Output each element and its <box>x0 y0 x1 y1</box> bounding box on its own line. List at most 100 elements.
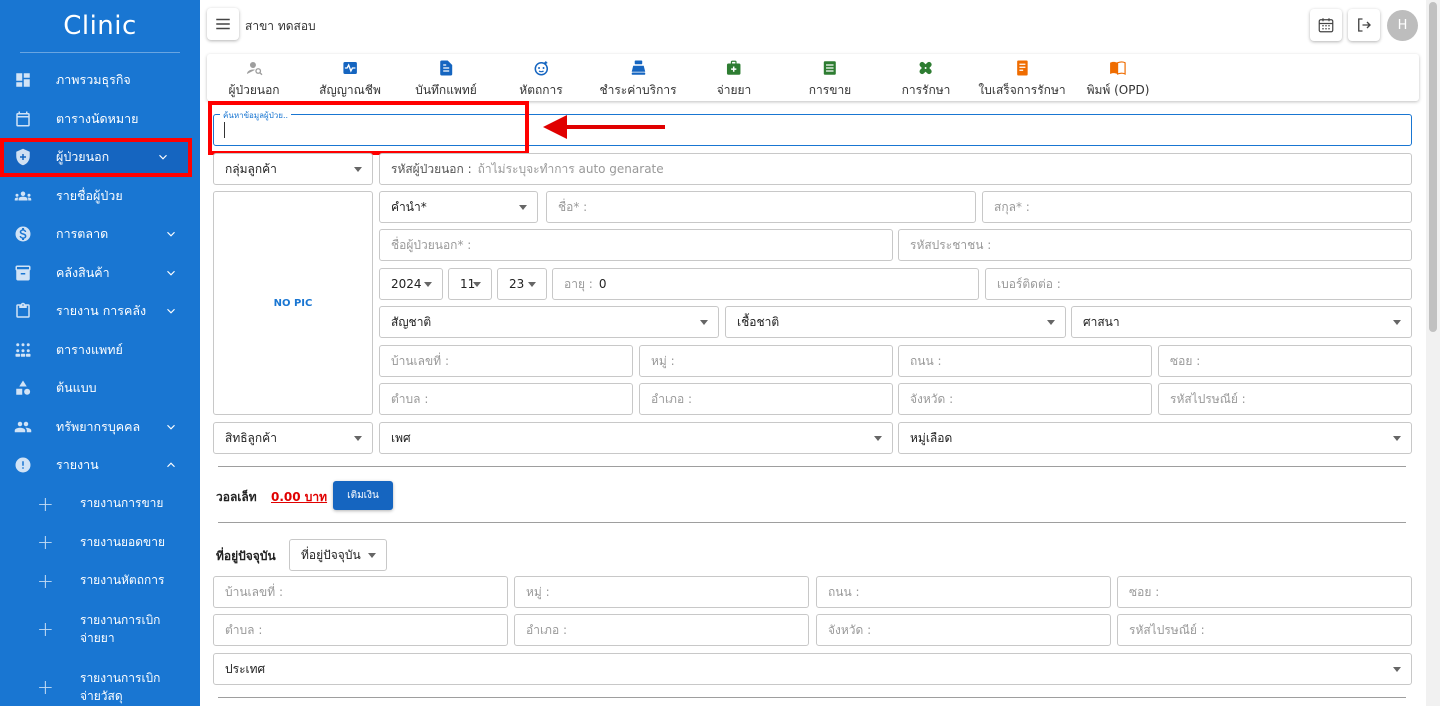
province-input[interactable]: จังหวัด : <box>898 383 1152 415</box>
topup-button[interactable]: เติมเงิน <box>333 481 393 510</box>
address-type-select[interactable]: ที่อยู่ปัจจุบัน <box>289 539 387 571</box>
scrollbar-thumb[interactable] <box>1429 2 1437 332</box>
age-input[interactable]: อายุ : 0 <box>552 268 979 300</box>
address-soi-label: ซอย : <box>1129 584 1160 599</box>
sidebar-item-treasury-report[interactable]: รายงาน การคลัง <box>0 292 200 331</box>
sidebar-item-label: รายงาน การคลัง <box>56 303 147 319</box>
birth-day-select[interactable]: 23 <box>497 268 547 300</box>
address-type-value: ที่อยู่ปัจจุบัน <box>301 547 361 562</box>
tab-print-opd[interactable]: พิมพ์ (OPD) <box>1087 59 1149 100</box>
sidebar-subitem-procedure-report[interactable]: + รายงานหัตถการ <box>0 562 200 601</box>
sidebar-item-marketing[interactable]: การตลาด <box>0 215 200 254</box>
patient-code-input[interactable]: รหัสผู้ป่วยนอก : ถ้าไม่ระบุจะทำการ auto … <box>379 153 1412 185</box>
postcode-input[interactable]: รหัสไปรษณีย์ : <box>1158 383 1412 415</box>
road-input[interactable]: ถนน : <box>898 345 1152 377</box>
tab-label: สัญญาณชีพ <box>319 83 381 97</box>
address-road-input[interactable]: ถนน : <box>816 576 1111 608</box>
calendar-icon <box>14 110 32 128</box>
bandage-icon <box>917 59 935 77</box>
sidebar-item-reports[interactable]: รายงาน <box>0 446 200 485</box>
sidebar-subitem-line2: จ่ายยา <box>80 631 115 645</box>
sidebar-item-inventory[interactable]: คลังสินค้า <box>0 254 200 293</box>
sidebar-item-business-overview[interactable]: ภาพรวมธุรกิจ <box>0 61 200 100</box>
avatar[interactable]: H <box>1387 10 1418 41</box>
sidebar-subitem-label: รายงานหัตถการ <box>80 573 165 588</box>
menu-button[interactable] <box>207 8 239 40</box>
address-district-input[interactable]: อำเภอ : <box>514 614 809 646</box>
tab-outpatient[interactable]: ผู้ป่วยนอก <box>228 59 280 100</box>
tab-treatment-receipt[interactable]: ใบเสร็จการรักษา <box>978 59 1066 100</box>
district-input[interactable]: อำเภอ : <box>639 383 893 415</box>
tab-label: การขาย <box>808 83 852 97</box>
sidebar-item-appointments[interactable]: ตารางนัดหมาย <box>0 100 200 139</box>
document-icon <box>437 59 455 77</box>
blood-type-select[interactable]: หมู่เลือด <box>898 422 1412 454</box>
sidebar-item-doctor-schedule[interactable]: ตารางแพทย์ <box>0 331 200 370</box>
soi-input[interactable]: ซอย : <box>1158 345 1412 377</box>
patient-photo[interactable]: NO PIC <box>213 191 373 415</box>
customer-rights-select[interactable]: สิทธิลูกค้า <box>213 422 373 454</box>
tab-treatment[interactable]: การรักษา <box>901 59 951 100</box>
address-soi-input[interactable]: ซอย : <box>1117 576 1412 608</box>
first-name-input[interactable]: ชื่อ* : <box>546 191 976 223</box>
address-postcode-label: รหัสไปรษณีย์ : <box>1129 622 1205 637</box>
customer-group-select[interactable]: กลุ่มลูกค้า <box>213 153 373 185</box>
race-select[interactable]: เชื้อชาติ <box>725 306 1066 338</box>
tab-vital-signs[interactable]: สัญญาณชีพ <box>319 59 381 100</box>
calendar-button[interactable] <box>1310 9 1342 41</box>
tab-dispense[interactable]: จ่ายยา <box>717 59 751 100</box>
address-subdistrict-input[interactable]: ตำบล : <box>213 614 508 646</box>
tab-label: ชำระค่าบริการ <box>599 83 677 97</box>
moo-input[interactable]: หมู่ : <box>639 345 893 377</box>
logout-button[interactable] <box>1348 9 1380 41</box>
sidebar-item-outpatient[interactable]: ผู้ป่วยนอก <box>0 138 192 177</box>
sidebar-subitem-supply-dispense-report[interactable]: + รายงานการเบิก จ่ายวัสดุ <box>0 658 200 706</box>
page-scrollbar[interactable] <box>1426 0 1440 706</box>
wallet-amount[interactable]: 0.00 บาท <box>271 488 327 507</box>
nationality-select[interactable]: สัญชาติ <box>379 306 719 338</box>
religion-select[interactable]: ศาสนา <box>1071 306 1412 338</box>
address-postcode-input[interactable]: รหัสไปรษณีย์ : <box>1117 614 1412 646</box>
sidebar-item-label: ภาพรวมธุรกิจ <box>56 72 131 88</box>
sidebar-subitem-drug-dispense-report[interactable]: + รายงานการเบิก จ่ายยา <box>0 600 200 658</box>
tab-doctor-notes[interactable]: บันทึกแพทย์ <box>415 59 477 100</box>
phone-input[interactable]: เบอร์ติดต่อ : <box>985 268 1412 300</box>
sidebar-subitem-sales-report[interactable]: + รายงานการขาย <box>0 485 200 524</box>
nationality-value: สัญชาติ <box>391 314 432 329</box>
birth-month-select[interactable]: 11 <box>448 268 492 300</box>
alert-icon <box>14 456 32 474</box>
tab-procedures[interactable]: หัตถการ <box>519 59 563 100</box>
sidebar-subitem-sales-total-report[interactable]: + รายงานยอดขาย <box>0 523 200 562</box>
tab-label: ใบเสร็จการรักษา <box>978 83 1066 97</box>
tab-payment[interactable]: ชำระค่าบริการ <box>599 59 677 100</box>
customer-group-value: กลุ่มลูกค้า <box>225 161 277 176</box>
subdistrict-label: ตำบล : <box>391 391 429 406</box>
last-name-input[interactable]: สกุล* : <box>982 191 1412 223</box>
birth-year-value: 2024 <box>391 277 422 291</box>
country-select[interactable]: ประเทศ <box>213 653 1412 685</box>
house-no-input[interactable]: บ้านเลขที่ : <box>379 345 633 377</box>
citizen-id-input[interactable]: รหัสประชาชน : <box>898 229 1412 261</box>
sidebar-subitem-label: รายงานการเบิก จ่ายวัสดุ <box>80 669 160 705</box>
tab-label: การรักษา <box>901 83 951 97</box>
sidebar-item-patient-list[interactable]: รายชื่อผู้ป่วย <box>0 177 200 216</box>
list-icon <box>821 59 839 77</box>
address-house-no-input[interactable]: บ้านเลขที่ : <box>213 576 508 608</box>
prefix-select[interactable]: คำนำ* <box>379 191 538 223</box>
address-district-label: อำเภอ : <box>526 622 568 637</box>
address-moo-input[interactable]: หมู่ : <box>514 576 809 608</box>
sidebar-item-label: ผู้ป่วยนอก <box>56 149 110 165</box>
caret-down-icon <box>368 553 376 558</box>
no-pic-label: NO PIC <box>273 297 313 309</box>
sidebar-item-templates[interactable]: ต้นแบบ <box>0 369 200 408</box>
subdistrict-input[interactable]: ตำบล : <box>379 383 633 415</box>
address-province-input[interactable]: จังหวัด : <box>816 614 1111 646</box>
opd-name-input[interactable]: ชื่อผู้ป่วยนอก* : <box>379 229 893 261</box>
cashier-icon <box>629 59 647 77</box>
tab-sales[interactable]: การขาย <box>809 59 851 100</box>
age-label: อายุ : <box>564 276 593 291</box>
caret-down-icon <box>1393 667 1401 672</box>
sidebar-item-human-resources[interactable]: ทรัพยากรบุคคล <box>0 408 200 447</box>
gender-select[interactable]: เพศ <box>379 422 893 454</box>
birth-year-select[interactable]: 2024 <box>379 268 443 300</box>
